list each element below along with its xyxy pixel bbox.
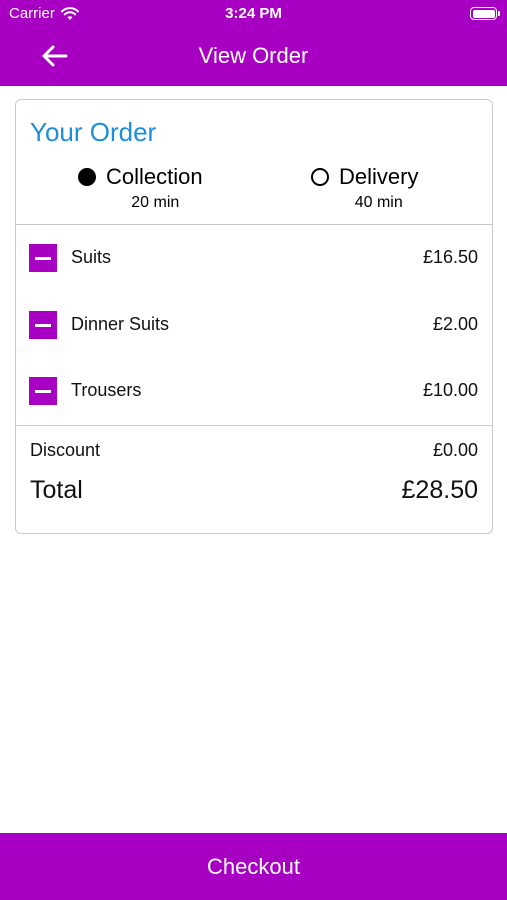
delivery-option[interactable]: Delivery 40 min	[311, 164, 418, 212]
total-label: Total	[30, 476, 83, 504]
status-time: 3:24 PM	[225, 5, 282, 22]
order-item: Dinner Suits £2.00	[16, 305, 492, 345]
radio-selected-icon[interactable]	[78, 168, 96, 186]
item-name: Suits	[71, 247, 112, 267]
order-title: Your Order	[30, 117, 157, 147]
top-bar: Carrier 3:24 PM View Order	[0, 0, 507, 86]
remove-item-button[interactable]	[29, 244, 57, 272]
remove-item-button[interactable]	[29, 311, 57, 339]
item-price: £16.50	[422, 247, 478, 267]
minus-icon	[35, 323, 51, 327]
collection-option[interactable]: Collection 20 min	[78, 164, 203, 212]
divider	[16, 425, 492, 426]
minus-icon	[35, 389, 51, 393]
discount-label: Discount	[30, 440, 101, 460]
remove-item-button[interactable]	[29, 377, 57, 405]
delivery-label: Delivery	[339, 164, 419, 189]
order-card: Your Order Collection 20 min Delivery 40…	[15, 99, 493, 534]
minus-icon	[35, 256, 51, 260]
collection-time: 20 min	[131, 194, 180, 211]
radio-unselected-icon[interactable]	[311, 168, 329, 186]
total-value: £28.50	[401, 476, 478, 504]
order-item: Suits £16.50	[16, 238, 492, 278]
status-bar: Carrier 3:24 PM	[0, 0, 507, 28]
battery-icon	[470, 7, 500, 20]
item-name: Trousers	[71, 380, 142, 400]
collection-label: Collection	[106, 164, 203, 189]
divider	[16, 224, 492, 225]
navigation-bar: View Order	[0, 28, 507, 86]
page-title: View Order	[198, 43, 309, 68]
discount-value: £0.00	[432, 440, 478, 460]
item-price: £2.00	[432, 314, 478, 334]
item-price: £10.00	[422, 380, 478, 400]
delivery-time: 40 min	[354, 194, 403, 211]
checkout-label: Checkout	[207, 853, 300, 879]
item-name: Dinner Suits	[71, 314, 170, 334]
order-item: Trousers £10.00	[16, 371, 492, 411]
checkout-button[interactable]: Checkout	[0, 833, 507, 900]
